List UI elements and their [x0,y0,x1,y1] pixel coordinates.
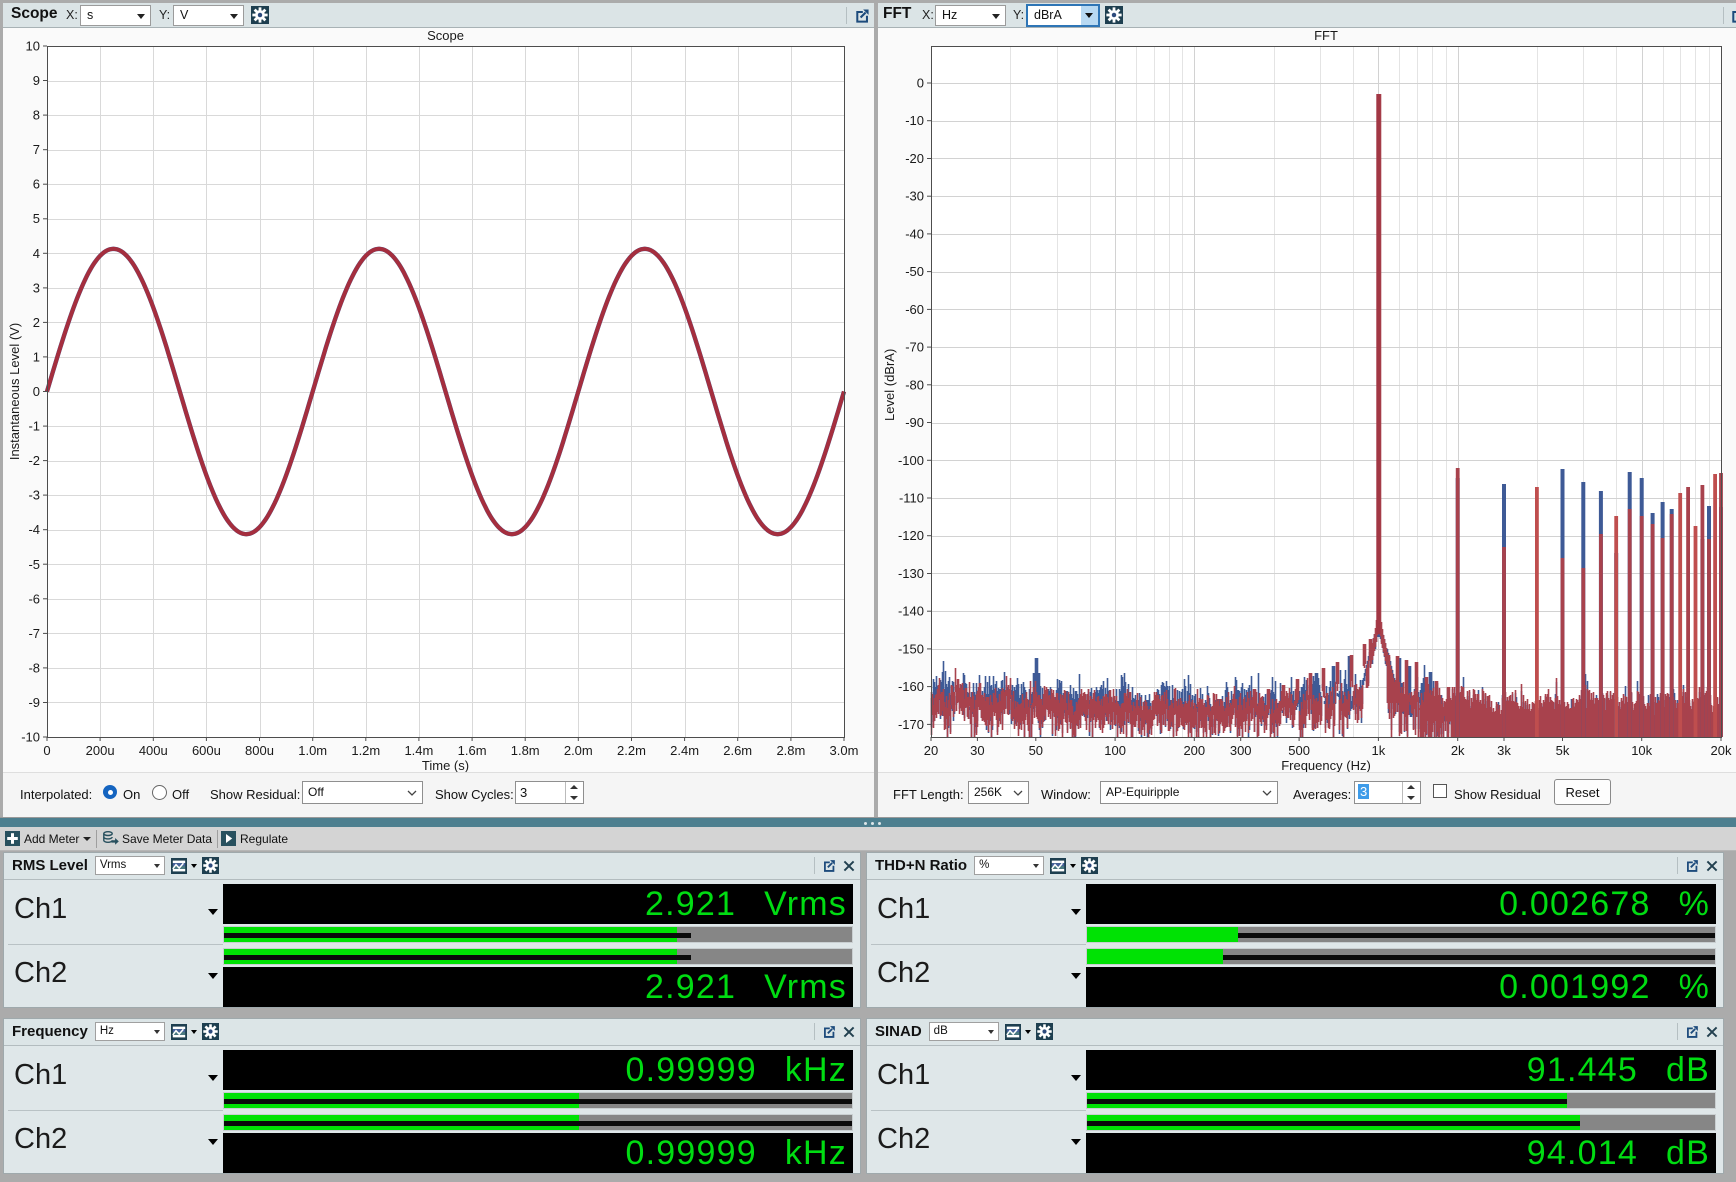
svg-text:10: 10 [26,39,40,54]
svg-text:6: 6 [33,177,40,192]
svg-text:3: 3 [33,280,40,295]
svg-text:100: 100 [1104,743,1126,758]
svg-text:200u: 200u [86,743,115,758]
svg-text:-4: -4 [28,522,40,537]
svg-text:Time (s): Time (s) [422,758,469,773]
svg-text:10k: 10k [1631,743,1652,758]
svg-text:-30: -30 [905,189,924,204]
svg-text:1: 1 [33,349,40,364]
svg-text:1.6m: 1.6m [458,743,487,758]
svg-text:-5: -5 [28,557,40,572]
svg-text:2.2m: 2.2m [617,743,646,758]
svg-text:0: 0 [917,76,924,91]
svg-text:1.0m: 1.0m [298,743,327,758]
svg-text:-60: -60 [905,302,924,317]
svg-text:Frequency (Hz): Frequency (Hz) [1281,758,1371,773]
svg-text:7: 7 [33,142,40,157]
svg-text:0: 0 [33,384,40,399]
svg-text:20: 20 [924,743,938,758]
svg-text:-110: -110 [899,491,924,506]
svg-text:800u: 800u [245,743,274,758]
svg-text:300: 300 [1230,743,1252,758]
svg-text:-150: -150 [898,641,924,656]
svg-text:-10: -10 [21,730,40,745]
svg-text:-10: -10 [905,113,924,128]
svg-text:50: 50 [1029,743,1043,758]
svg-text:-90: -90 [905,415,924,430]
svg-text:-3: -3 [28,488,40,503]
svg-text:-6: -6 [28,591,40,606]
svg-text:-20: -20 [905,151,924,166]
svg-text:2.4m: 2.4m [670,743,699,758]
svg-text:0: 0 [43,743,50,758]
svg-text:-120: -120 [898,528,924,543]
svg-text:3.0m: 3.0m [830,743,859,758]
svg-text:9: 9 [33,73,40,88]
svg-text:-2: -2 [28,453,40,468]
svg-text:-1: -1 [28,419,40,434]
svg-text:500: 500 [1288,743,1310,758]
svg-text:FFT: FFT [1314,28,1338,43]
svg-text:Instantaneous Level (V): Instantaneous Level (V) [7,323,22,460]
svg-text:600u: 600u [192,743,221,758]
svg-text:-100: -100 [898,453,924,468]
svg-text:2.8m: 2.8m [776,743,805,758]
svg-text:3k: 3k [1497,743,1511,758]
svg-text:-170: -170 [898,717,924,732]
svg-text:5: 5 [33,211,40,226]
svg-text:-7: -7 [28,626,40,641]
svg-text:-140: -140 [898,604,924,619]
svg-text:-9: -9 [28,695,40,710]
svg-text:1k: 1k [1372,743,1386,758]
svg-text:2.0m: 2.0m [564,743,593,758]
svg-text:-70: -70 [905,340,924,355]
svg-text:1.8m: 1.8m [511,743,540,758]
svg-text:-40: -40 [905,226,924,241]
svg-text:2k: 2k [1451,743,1465,758]
svg-text:2: 2 [33,315,40,330]
svg-text:30: 30 [970,743,984,758]
svg-text:-80: -80 [905,377,924,392]
svg-text:-130: -130 [898,566,924,581]
svg-text:8: 8 [33,108,40,123]
svg-text:200: 200 [1183,743,1205,758]
svg-text:20k: 20k [1711,743,1732,758]
svg-text:Scope: Scope [427,28,464,43]
svg-text:Level (dBrA): Level (dBrA) [882,349,897,421]
svg-text:1.2m: 1.2m [351,743,380,758]
svg-text:2.6m: 2.6m [723,743,752,758]
svg-text:-8: -8 [28,660,40,675]
svg-text:4: 4 [33,246,40,261]
svg-text:5k: 5k [1556,743,1570,758]
svg-text:-160: -160 [898,679,924,694]
svg-text:400u: 400u [139,743,168,758]
svg-text:1.4m: 1.4m [404,743,433,758]
svg-text:-50: -50 [905,264,924,279]
